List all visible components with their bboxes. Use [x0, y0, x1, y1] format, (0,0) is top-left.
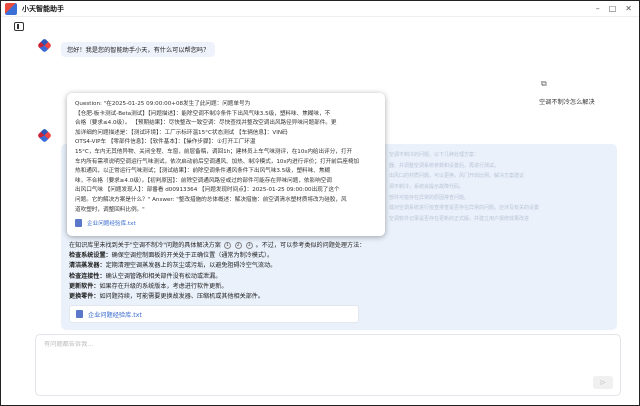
window-controls: – □ ✕	[596, 4, 632, 13]
file-icon	[76, 310, 83, 318]
copy-icon[interactable]: ⧉	[541, 79, 547, 89]
user-message: 空调不制冷怎么解决	[539, 99, 595, 106]
answer-faded-line: 空调软件记录是否存在更新的正式版，并建立用户报修效果改进	[389, 216, 530, 222]
tooltip-file-link[interactable]: 企业问题经验库.txt	[75, 219, 136, 227]
answer-faded-line: 部件可能存在异常的原因排查问题。	[389, 195, 470, 201]
answer-faded-line: 出风口的材质问题，可以更换，风门开启比例，解决方案建议	[389, 173, 525, 179]
app-logo	[5, 2, 17, 15]
knowledge-file-link[interactable]: 企业问题经验库.txt	[69, 305, 359, 323]
answer-item: 检查连接性：确认空调管路和相关部件没有松动或泄漏。	[69, 272, 222, 280]
citation-tooltip: Question: "在2025-01-25 09:00:00+08发生了此问题…	[67, 93, 385, 236]
minimize-icon[interactable]: –	[596, 4, 600, 13]
answer-item: 更换零件：如问题持续，可能需要更换故发器、压缩机或其他相关部件。	[69, 293, 264, 301]
answer-item: 检查系统设置：确保空调控制面板的开关处于正确位置（通常为制冷模式）。	[69, 252, 274, 260]
message-input-box[interactable]: ▷	[35, 334, 621, 396]
sidebar-toggle-icon[interactable]	[14, 22, 24, 31]
answer-item: 清洁蒸发器：定期清理空调蒸发器上的灰尘或污垢，以避免阻碍冷空气流动。	[69, 262, 277, 270]
maximize-icon[interactable]: □	[609, 4, 617, 13]
assistant-avatar-2	[37, 128, 52, 143]
answer-item: 更新软件：如果存在升级的系统版本，考虑进行软件更新。	[69, 282, 228, 290]
tooltip-text: Question: "在2025-01-25 09:00:00+08发生了此问题…	[75, 101, 360, 213]
file-icon	[75, 219, 82, 227]
app-window: 小天智能助手 – □ ✕ 您好！我是您的智能助手小天，有什么可以帮您吗？ ⧉ 空…	[0, 0, 640, 406]
answer-faded-line: 调不制冷，系统会提示故障代码。	[389, 184, 465, 190]
answer-faded-line: 或对空调系统进行检查排查是否存在异常的问题，还涉及有关的设置	[389, 205, 540, 211]
send-button[interactable]: ▷	[593, 376, 613, 389]
citation-badge[interactable]: 1	[223, 241, 231, 249]
close-icon[interactable]: ✕	[625, 4, 632, 13]
assistant-avatar	[37, 38, 52, 53]
assistant-greeting: 您好！我是您的智能助手小天，有什么可以帮您吗？	[61, 42, 216, 57]
answer-faded-line: 器、并调整空调系统参数和设置后，再进行测试。	[389, 163, 500, 169]
title-bar: 小天智能助手 – □ ✕	[1, 1, 639, 17]
app-title: 小天智能助手	[22, 4, 64, 13]
answer-faded-line: 空调不制冷的问题，以下几种处理方案：	[389, 152, 480, 158]
answer-intro: 在知识库里未找到关于"空调不制冷"问题的具体解决方案 1 2 3 。不过，可以参…	[69, 241, 366, 249]
answer-text: 在知识库里未找到关于"空调不制冷"问题的具体解决方案 1 2 3 。不过，可以参…	[69, 241, 489, 302]
message-input[interactable]	[44, 341, 584, 348]
citation-badge[interactable]: 3	[245, 241, 253, 249]
citation-badge[interactable]: 2	[234, 241, 242, 249]
